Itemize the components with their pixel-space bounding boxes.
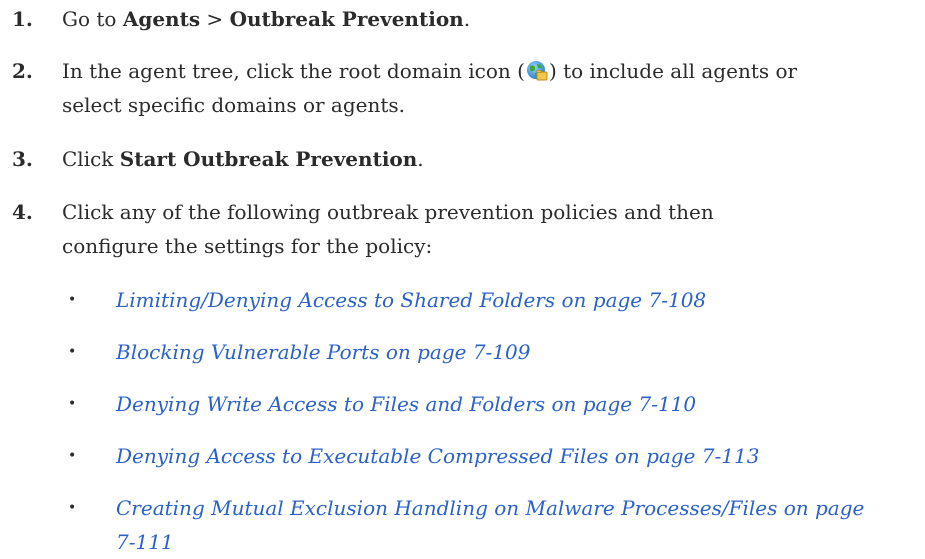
step-text: Go to Agents > Outbreak Prevention. bbox=[62, 7, 471, 31]
step-text: Click any of the following outbreak prev… bbox=[62, 200, 714, 258]
link-blocking-vulnerable-ports[interactable]: Blocking Vulnerable Ports on page 7-109 bbox=[116, 335, 916, 369]
menu-agents: Agents bbox=[122, 7, 201, 31]
link-mutual-exclusion-handling[interactable]: Creating Mutual Exclusion Handling on Ma… bbox=[116, 491, 916, 559]
start-outbreak-prevention-label: Start Outbreak Prevention bbox=[119, 147, 418, 171]
step-number: 2. bbox=[12, 59, 33, 83]
bullet-icon: • bbox=[68, 344, 77, 360]
step-number: 3. bbox=[12, 147, 33, 171]
link-denying-write-access[interactable]: Denying Write Access to Files and Folder… bbox=[116, 387, 916, 421]
bullet-icon: • bbox=[68, 396, 77, 412]
step-number: 4. bbox=[12, 200, 33, 224]
step-number: 1. bbox=[12, 7, 33, 31]
bullet-icon: • bbox=[68, 448, 77, 464]
bullet-icon: • bbox=[68, 500, 77, 516]
step-text: Click Start Outbreak Prevention. bbox=[62, 147, 424, 171]
menu-outbreak-prevention: Outbreak Prevention bbox=[229, 7, 464, 31]
link-denying-executable-compressed[interactable]: Denying Access to Executable Compressed … bbox=[116, 439, 916, 473]
bullet-icon: • bbox=[68, 292, 77, 308]
step-text: In the agent tree, click the root domain… bbox=[62, 58, 798, 117]
root-domain-globe-icon bbox=[526, 58, 548, 81]
link-limiting-denying-shared-folders[interactable]: Limiting/Denying Access to Shared Folder… bbox=[116, 283, 916, 317]
